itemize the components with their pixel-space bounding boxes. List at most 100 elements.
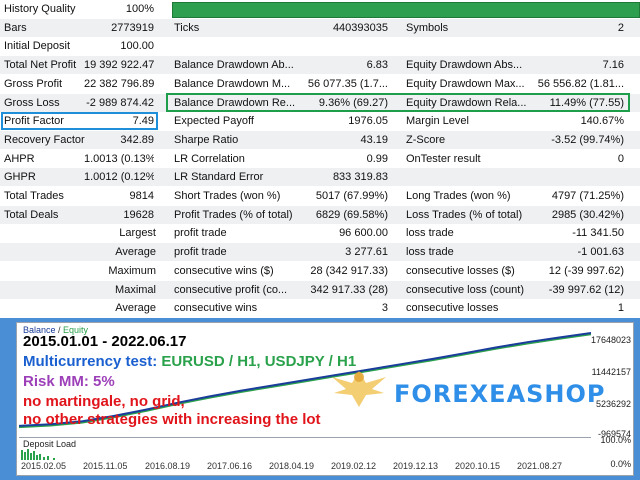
report-row: Average profit trade 3 277.61 loss trade -1 …: [0, 243, 640, 262]
overlay-risk: Risk MM: 5%: [23, 373, 115, 390]
overlay-no-other-strategies: no other strategies with increasing the …: [23, 411, 321, 428]
balance-point: [431, 358, 433, 360]
report-row: GHPR 1.0012 (0.12%) LR Standard Error 833 3…: [0, 168, 640, 187]
report-value: 342.89: [120, 133, 154, 146]
report-label: consecutive loss (count): [406, 283, 524, 296]
profit-factor-highlight: [1, 112, 158, 130]
balance-point: [495, 346, 497, 349]
report-label: profit trade: [174, 227, 227, 240]
report-label: loss trade: [406, 227, 454, 240]
report-label: Profit Trades (% of total): [174, 208, 293, 221]
report-value: -3.52 (99.74%): [551, 133, 624, 146]
report-label: Equity Drawdown Max...: [406, 77, 525, 90]
report-value: 140.67%: [580, 115, 624, 128]
report-label: Loss Trades (% of total): [406, 208, 523, 221]
report-row: Total Trades 9814 Short Trades (won %) 5017…: [0, 187, 640, 205]
report-label: consecutive losses: [406, 302, 499, 315]
report-value: 2985 (30.42%): [551, 208, 624, 221]
report-label: Long Trades (won %): [406, 190, 511, 202]
report-value: Maximum: [108, 264, 156, 277]
report-value: 1976.05: [348, 115, 388, 128]
report-value: 43.19: [360, 133, 388, 146]
report-label: consecutive wins ($): [174, 264, 274, 277]
report-value: 3 277.61: [345, 246, 388, 259]
report-value: Maximal: [115, 283, 156, 296]
brand-watermark: FOREXEASHOP: [394, 380, 606, 408]
report-row: Recovery Factor 342.89 Sharpe Ratio 43.19 Z-…: [0, 130, 640, 149]
balance-point: [558, 336, 560, 339]
report-value: 1: [617, 302, 624, 315]
report-value: 6829 (69.58%): [315, 208, 388, 221]
report-value: 6.83: [366, 59, 388, 72]
report-label: Symbols: [406, 21, 449, 34]
balance-point: [526, 341, 528, 343]
report-value: 7.16: [602, 59, 624, 72]
report-row: Maximal consecutive profit (co... 342 917.…: [0, 280, 640, 299]
deposit-load-panel: Deposit Load: [19, 437, 591, 460]
report-label: consecutive losses ($): [406, 264, 515, 277]
report-label: OnTester result: [406, 152, 481, 165]
balance-point: [209, 395, 211, 397]
report-value: 96 600.00: [339, 227, 388, 240]
report-row: History Quality 100%: [0, 0, 640, 18]
overlay-multicurrency-label: Multicurrency test:: [23, 353, 162, 370]
report-label: loss trade: [406, 246, 454, 259]
overlay-date-range: 2015.01.01 - 2022.06.17: [23, 333, 187, 350]
balance-point: [304, 379, 306, 381]
x-axis-label: 2020.10.15: [455, 461, 501, 471]
report-value: 100%: [125, 3, 154, 15]
report-value: 0: [617, 152, 624, 165]
x-axis-label: 2019.12.13: [393, 461, 439, 471]
report-value: 4797 (71.25%): [551, 190, 624, 202]
report-label: Equity Drawdown Abs...: [406, 59, 523, 72]
report-label: Sharpe Ratio: [174, 133, 239, 146]
y-axis-label-1: 17648023: [590, 335, 631, 345]
report-value: -39 997.62 (12): [548, 283, 624, 296]
report-value: 2773919: [111, 21, 154, 34]
x-axis-label: 2016.08.19: [145, 461, 191, 471]
report-row: Gross Profit 22 382 796.89 Balance Drawdow…: [0, 75, 640, 93]
report-value: 1.0013 (0.13%): [84, 152, 154, 165]
x-axis-label: 2018.04.19: [269, 461, 315, 471]
report-label: Balance Drawdown M...: [174, 77, 291, 90]
report-row: AHPR 1.0013 (0.13%) LR Correlation 0.99 OnTe…: [0, 150, 640, 168]
report-row: Maximum consecutive wins ($) 28 (342 917.3…: [0, 262, 640, 280]
report-value: 22 382 796.89: [84, 77, 154, 90]
chart-plot: Balance / Equity 2015.01.01 - 2022.06.17…: [18, 325, 605, 435]
report-label: Balance Drawdown Ab...: [174, 59, 294, 72]
report-value: 3: [381, 302, 388, 315]
report-label: LR Correlation: [174, 152, 245, 165]
report-label: profit trade: [174, 246, 227, 259]
report-value: 56 077.35 (1.7...: [307, 77, 388, 90]
report-label: Ticks: [174, 21, 200, 34]
balance-point: [399, 363, 401, 365]
x-axis-label: 2017.06.16: [207, 461, 253, 471]
report-value: -2 989 874.42: [86, 96, 154, 109]
report-value: 440393035: [332, 21, 388, 34]
report-row: Initial Deposit 100.00: [0, 37, 640, 55]
overlay-no-martingale: no martingale, no grid,: [23, 393, 185, 410]
y-axis-label-2: 11442157: [591, 367, 631, 377]
x-axis-label: 2015.02.05: [21, 461, 67, 471]
report-value: 1.0012 (0.12%): [84, 171, 154, 184]
report-value: -1 001.63: [577, 246, 624, 259]
report-label: Z-Score: [406, 133, 446, 146]
report-table: History Quality 100% Bars 2773919 Ticks 44039…: [0, 0, 640, 318]
overlay-multicurrency: Multicurrency test: EURUSD / H1, USDJPY …: [23, 353, 356, 370]
report-row: Total Net Profit 19 392 922.47 Balance Dra…: [0, 56, 640, 75]
deposit-load-y-top: 100.0%: [600, 435, 631, 445]
report-row: Largest profit trade 96 600.00 loss trade -1…: [0, 224, 640, 242]
balance-point: [463, 352, 465, 354]
report-label: LR Standard Error: [174, 171, 264, 184]
deposit-load-y-bottom: 0.0%: [610, 459, 631, 469]
report-row: Total Deals 19628 Profit Trades (% of tota…: [0, 205, 640, 224]
report-value: 12 (-39 997.62): [548, 264, 624, 277]
report-row: Average consecutive wins 3 consecutive loss…: [0, 299, 640, 317]
report-value: 28 (342 917.33): [310, 264, 388, 277]
report-label: Expected Payoff: [174, 115, 254, 128]
report-value: 9814: [129, 190, 154, 202]
drawdown-relative-highlight: [166, 93, 630, 112]
report-value: 0.99: [366, 152, 388, 165]
x-axis-label: 2021.08.27: [517, 461, 563, 471]
report-value: 100.00: [120, 40, 154, 53]
